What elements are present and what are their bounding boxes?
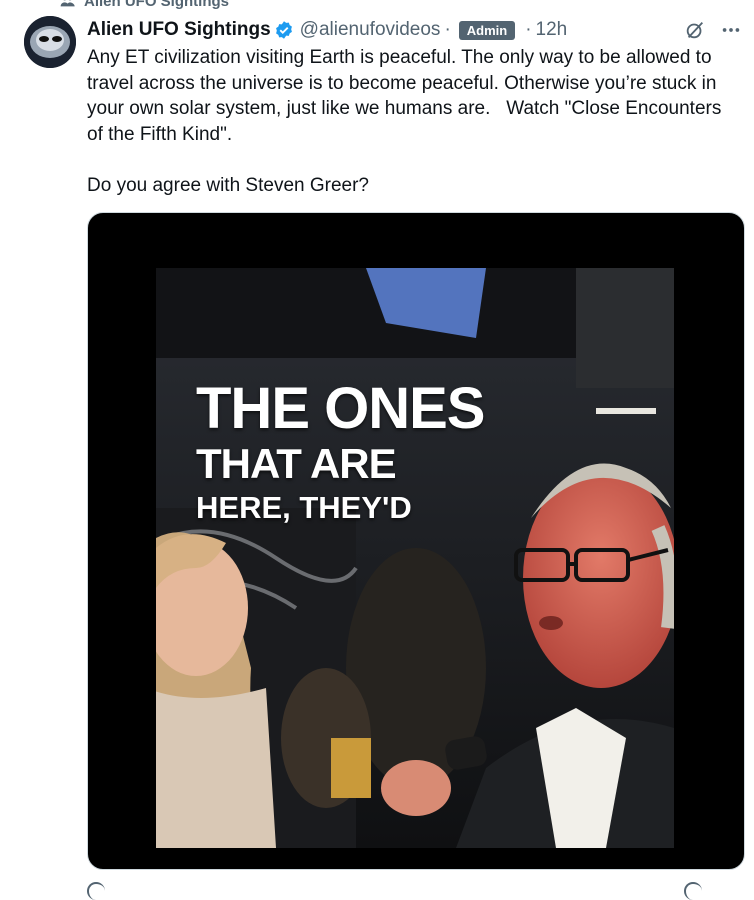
avatar[interactable] bbox=[24, 16, 76, 68]
reply-icon[interactable] bbox=[87, 882, 105, 900]
verified-badge-icon[interactable] bbox=[274, 20, 294, 40]
share-icon[interactable] bbox=[684, 882, 702, 900]
video-player[interactable]: THE ONES THAT ARE HERE, THEY'D bbox=[87, 212, 745, 870]
video-thumbnail bbox=[156, 268, 674, 848]
caption-line-1: THE ONES bbox=[196, 378, 485, 440]
tweet-text: Any ET civilization visiting Earth is pe… bbox=[87, 45, 737, 199]
community-icon bbox=[60, 0, 76, 9]
social-context-label: Alien UFO Sightings bbox=[84, 0, 229, 10]
grok-icon[interactable] bbox=[684, 19, 706, 41]
separator: · bbox=[525, 19, 531, 41]
author-handle[interactable]: @alienufovideos bbox=[300, 19, 441, 41]
video-frame[interactable]: THE ONES THAT ARE HERE, THEY'D bbox=[156, 268, 674, 848]
author-name[interactable]: Alien UFO Sightings bbox=[87, 19, 271, 41]
social-context[interactable]: Alien UFO Sightings bbox=[60, 0, 229, 11]
admin-badge: Admin bbox=[459, 21, 515, 40]
caption-line-3: HERE, THEY'D bbox=[196, 488, 485, 528]
tweet-header: Alien UFO Sightings @alienufovideos · Ad… bbox=[87, 18, 742, 42]
action-bar bbox=[87, 878, 742, 890]
caption-line-2: THAT ARE bbox=[196, 440, 485, 488]
more-icon[interactable] bbox=[720, 19, 742, 41]
timestamp[interactable]: 12h bbox=[536, 19, 568, 41]
video-caption: THE ONES THAT ARE HERE, THEY'D bbox=[196, 378, 485, 528]
separator: · bbox=[444, 19, 450, 41]
